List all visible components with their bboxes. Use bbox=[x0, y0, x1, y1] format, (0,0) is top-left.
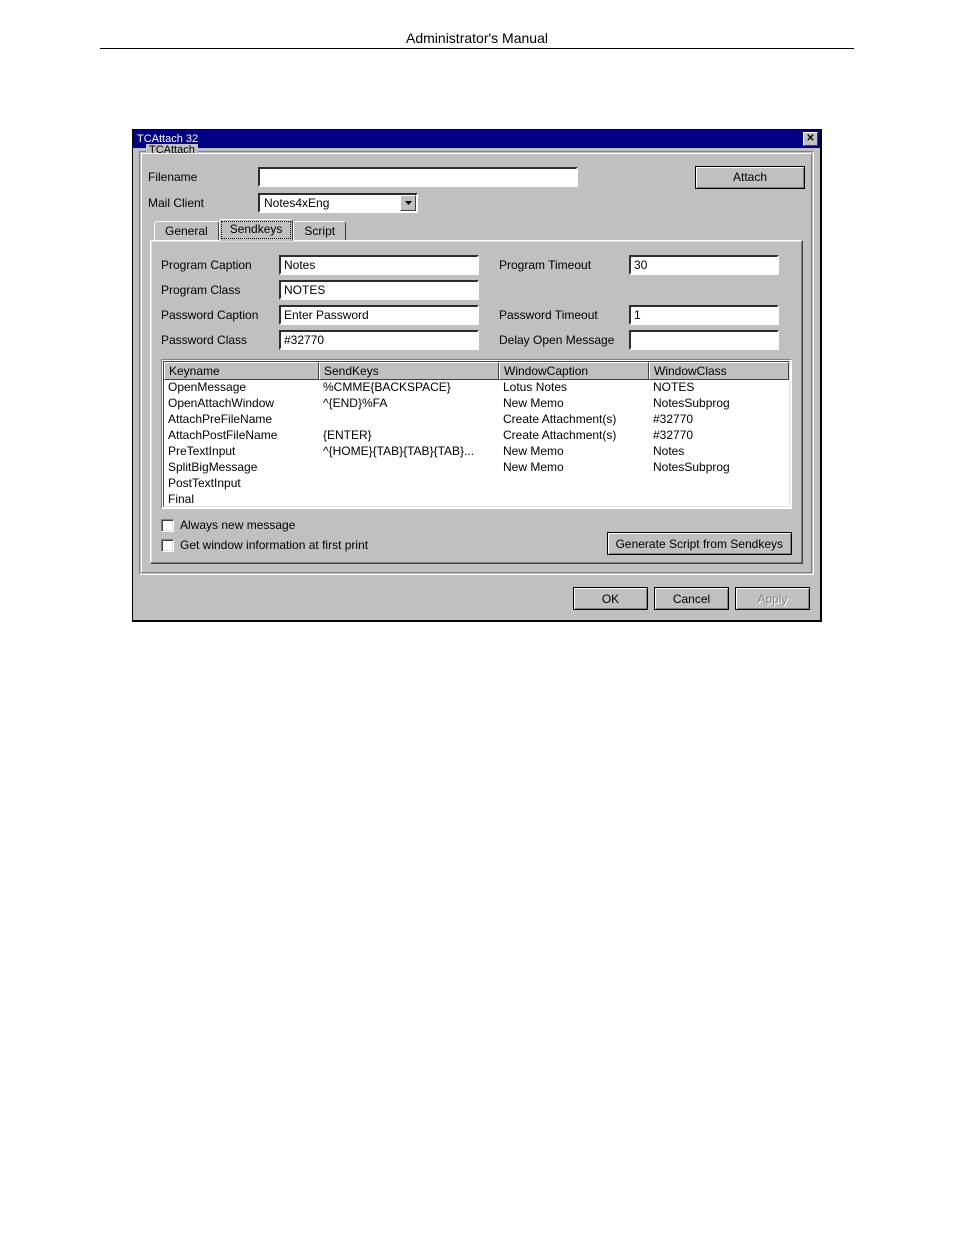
table-cell bbox=[499, 476, 649, 492]
th-sendkeys[interactable]: SendKeys bbox=[319, 362, 499, 380]
dialog-tcattach: TCAttach 32 ✕ TCAttach Filename Attach M… bbox=[132, 129, 822, 622]
chk-getwin-label: Get window information at first print bbox=[180, 538, 368, 552]
tab-script[interactable]: Script bbox=[293, 221, 346, 240]
close-button[interactable]: ✕ bbox=[803, 132, 818, 146]
generate-script-button[interactable]: Generate Script from Sendkeys bbox=[607, 532, 792, 555]
table-row[interactable]: PreTextInput^{HOME}{TAB}{TAB}{TAB}...New… bbox=[164, 444, 789, 460]
table-row[interactable]: PostTextInput bbox=[164, 476, 789, 492]
table-cell: Final bbox=[164, 492, 319, 506]
chevron-down-icon bbox=[400, 195, 416, 211]
th-keyname[interactable]: Keyname bbox=[164, 362, 319, 380]
table-cell: OpenAttachWindow bbox=[164, 396, 319, 412]
program-timeout-input[interactable] bbox=[629, 255, 779, 275]
table-cell: Notes bbox=[649, 444, 789, 460]
table-cell: PostTextInput bbox=[164, 476, 319, 492]
table-cell bbox=[319, 460, 499, 476]
mailclient-label: Mail Client bbox=[148, 196, 258, 210]
table-cell: AttachPostFileName bbox=[164, 428, 319, 444]
filename-input[interactable] bbox=[258, 167, 578, 187]
password-timeout-input[interactable] bbox=[629, 305, 779, 325]
table-cell: New Memo bbox=[499, 396, 649, 412]
th-windowclass[interactable]: WindowClass bbox=[649, 362, 789, 380]
table-cell: SplitBigMessage bbox=[164, 460, 319, 476]
mailclient-select[interactable]: Notes4xEng bbox=[258, 193, 418, 213]
ok-button[interactable]: OK bbox=[573, 587, 648, 610]
table-cell: NotesSubprog bbox=[649, 460, 789, 476]
checkbox-icon bbox=[161, 519, 174, 532]
checkbox-icon bbox=[161, 539, 174, 552]
password-caption-input[interactable] bbox=[279, 305, 479, 325]
table-cell: Create Attachment(s) bbox=[499, 412, 649, 428]
table-cell: Lotus Notes bbox=[499, 380, 649, 396]
table-cell: %CMME{BACKSPACE} bbox=[319, 380, 499, 396]
table-cell: Create Attachment(s) bbox=[499, 428, 649, 444]
table-row[interactable]: OpenAttachWindow^{END}%FANew MemoNotesSu… bbox=[164, 396, 789, 412]
mailclient-value: Notes4xEng bbox=[260, 196, 400, 210]
page-header-text: Administrator's Manual bbox=[406, 30, 548, 46]
table-cell: PreTextInput bbox=[164, 444, 319, 460]
table-cell: New Memo bbox=[499, 460, 649, 476]
chk-always-new[interactable]: Always new message bbox=[161, 518, 295, 532]
delay-open-label: Delay Open Message bbox=[499, 333, 629, 347]
attach-button[interactable]: Attach bbox=[695, 166, 805, 189]
filename-label: Filename bbox=[148, 170, 258, 184]
table-row[interactable]: SplitBigMessage New MemoNotesSubprog bbox=[164, 460, 789, 476]
sendkeys-table[interactable]: Keyname SendKeys WindowCaption WindowCla… bbox=[161, 359, 792, 509]
chk-getwin[interactable]: Get window information at first print bbox=[161, 538, 368, 552]
password-class-input[interactable] bbox=[279, 330, 479, 350]
program-class-label: Program Class bbox=[161, 283, 279, 297]
table-cell: {ENTER} bbox=[319, 428, 499, 444]
table-row[interactable]: OpenMessage%CMME{BACKSPACE}Lotus NotesNO… bbox=[164, 380, 789, 396]
table-row[interactable]: AttachPreFileName Create Attachment(s)#32… bbox=[164, 412, 789, 428]
table-cell bbox=[319, 492, 499, 506]
table-cell: NotesSubprog bbox=[649, 396, 789, 412]
password-class-label: Password Class bbox=[161, 333, 279, 347]
tabs-row: General Sendkeys Script bbox=[150, 220, 803, 240]
table-cell bbox=[319, 476, 499, 492]
table-row[interactable]: AttachPostFileName{ENTER}Create Attachme… bbox=[164, 428, 789, 444]
cancel-button[interactable]: Cancel bbox=[654, 587, 729, 610]
password-timeout-label: Password Timeout bbox=[499, 308, 629, 322]
table-cell: NOTES bbox=[649, 380, 789, 396]
chk-always-new-label: Always new message bbox=[180, 518, 295, 532]
table-cell: AttachPreFileName bbox=[164, 412, 319, 428]
table-cell: New Memo bbox=[499, 444, 649, 460]
tab-body-sendkeys: Program Caption Program Timeout Program … bbox=[150, 240, 803, 564]
page-header: Administrator's Manual bbox=[100, 30, 854, 49]
tab-sendkeys[interactable]: Sendkeys bbox=[219, 219, 294, 241]
tab-general[interactable]: General bbox=[154, 221, 219, 240]
close-icon: ✕ bbox=[806, 134, 814, 144]
title-bar[interactable]: TCAttach 32 ✕ bbox=[133, 130, 820, 148]
table-cell bbox=[499, 492, 649, 506]
apply-button[interactable]: Apply bbox=[735, 587, 810, 610]
table-row[interactable]: Final bbox=[164, 492, 789, 506]
table-cell: ^{HOME}{TAB}{TAB}{TAB}... bbox=[319, 444, 499, 460]
table-cell bbox=[649, 476, 789, 492]
program-timeout-label: Program Timeout bbox=[499, 258, 629, 272]
table-cell: #32770 bbox=[649, 412, 789, 428]
groupbox-label: TCAttach bbox=[146, 144, 198, 156]
program-class-input[interactable] bbox=[279, 280, 479, 300]
table-cell: OpenMessage bbox=[164, 380, 319, 396]
table-cell: ^{END}%FA bbox=[319, 396, 499, 412]
th-windowcaption[interactable]: WindowCaption bbox=[499, 362, 649, 380]
groupbox-tcattach: TCAttach Filename Attach Mail Client Not… bbox=[139, 151, 814, 575]
program-caption-input[interactable] bbox=[279, 255, 479, 275]
table-cell bbox=[649, 492, 789, 506]
password-caption-label: Password Caption bbox=[161, 308, 279, 322]
delay-open-input[interactable] bbox=[629, 330, 779, 350]
table-cell bbox=[319, 412, 499, 428]
table-cell: #32770 bbox=[649, 428, 789, 444]
program-caption-label: Program Caption bbox=[161, 258, 279, 272]
